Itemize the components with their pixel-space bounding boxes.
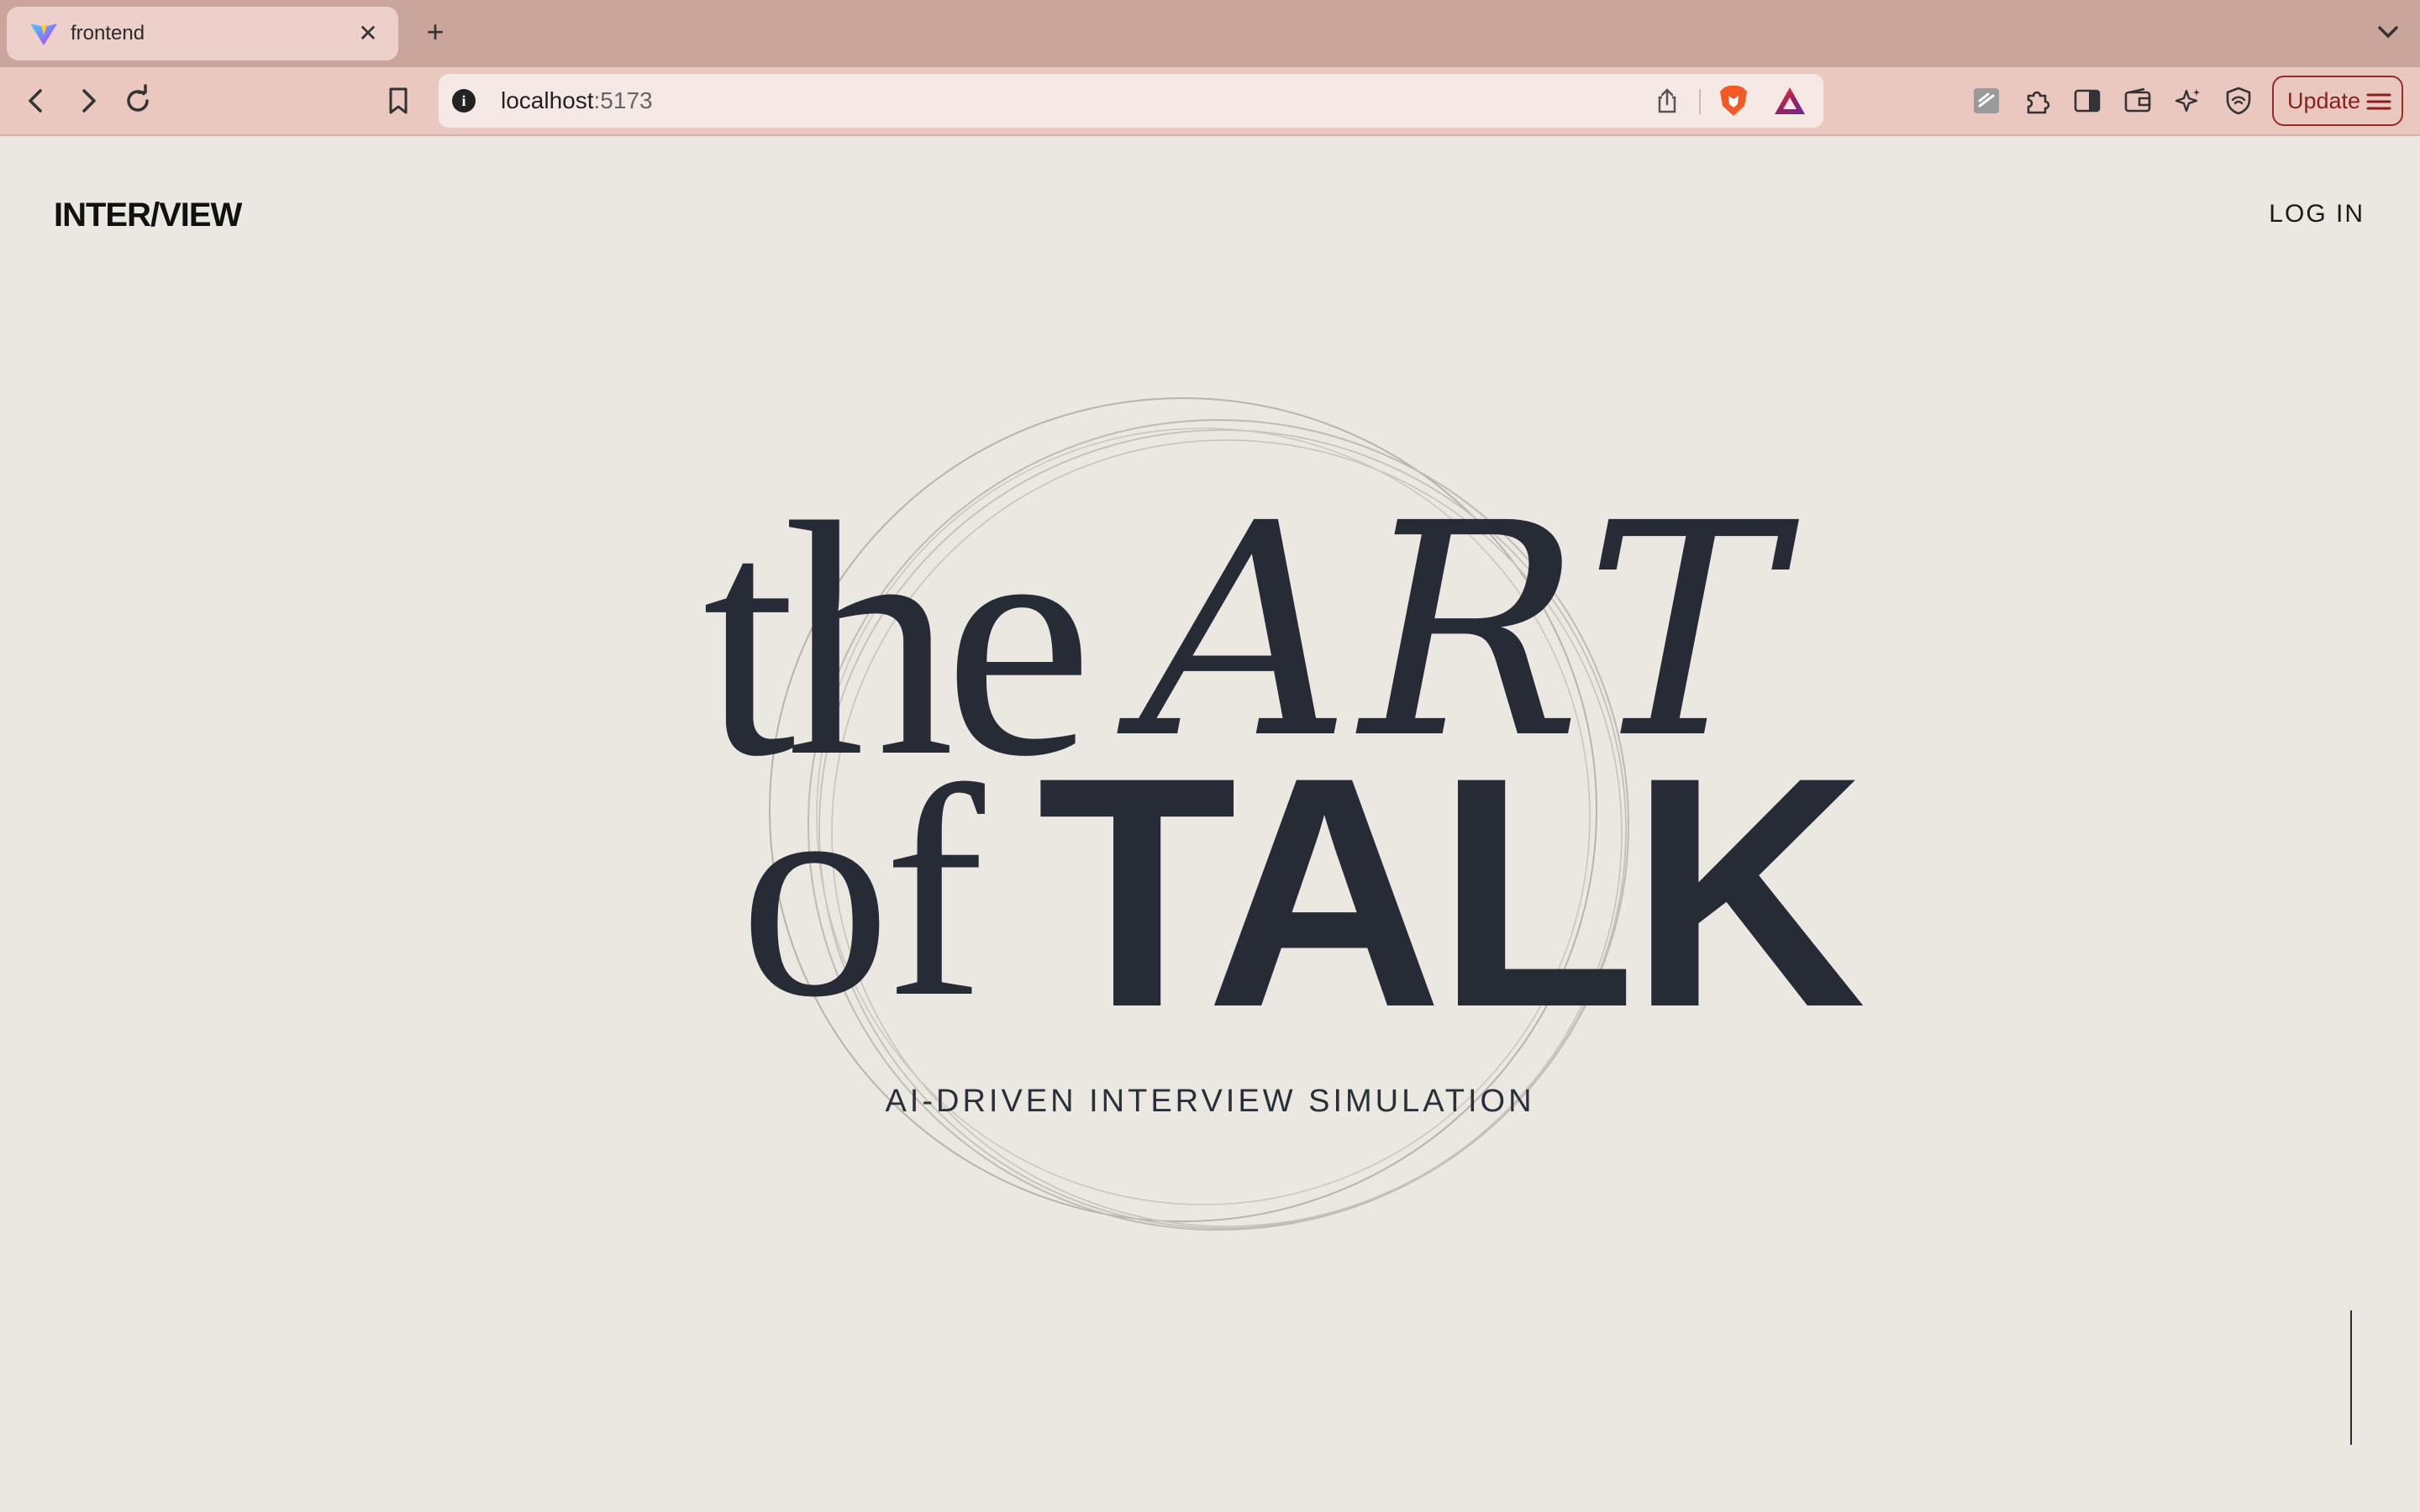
back-icon[interactable]	[20, 84, 54, 118]
extension-icon[interactable]	[1971, 86, 2002, 116]
sidebar-toggle-icon[interactable]	[2072, 86, 2102, 116]
url-host: localhost	[501, 87, 594, 113]
brave-rewards-icon[interactable]	[1773, 86, 1807, 116]
scroll-indicator-line	[2350, 1310, 2352, 1445]
url-port: :5173	[593, 87, 653, 113]
tab-close-icon[interactable]: ✕	[353, 18, 383, 49]
leo-ai-sparkle-icon[interactable]	[2173, 86, 2203, 116]
share-icon[interactable]	[1654, 87, 1681, 114]
browser-tab[interactable]: frontend ✕	[7, 7, 398, 60]
url-text[interactable]: localhost:5173	[501, 87, 653, 114]
tab-title: frontend	[71, 22, 145, 45]
landing-page: INTER/VIEW LOG IN the ART of TALK AI-DRI…	[0, 136, 2420, 1512]
bookmark-icon[interactable]	[381, 84, 415, 118]
reload-icon[interactable]	[121, 84, 155, 118]
brand-logo[interactable]: INTER/VIEW	[54, 197, 242, 234]
wallet-icon[interactable]	[2123, 86, 2153, 116]
tab-list-chevron-icon[interactable]	[2373, 17, 2403, 47]
browser-toolbar: i localhost:5173 Update	[0, 67, 2420, 136]
forward-icon[interactable]	[71, 84, 104, 118]
hero-tagline: AI-DRIVEN INTERVIEW SIMULATION	[885, 1084, 1535, 1119]
update-label: Update	[2287, 88, 2361, 113]
vpn-shield-icon[interactable]	[2223, 86, 2254, 116]
brave-shields-icon[interactable]	[1718, 84, 1749, 118]
address-bar-divider	[1699, 89, 1701, 114]
hero-word-talk: TALK	[1037, 709, 1866, 1075]
extensions-puzzle-icon[interactable]	[2022, 86, 2052, 116]
hamburger-menu-icon	[2366, 93, 2391, 110]
address-bar[interactable]: i localhost:5173	[439, 74, 1823, 128]
site-info-icon[interactable]: i	[452, 89, 476, 113]
browser-tab-bar: frontend ✕ +	[0, 0, 2420, 67]
hero-word-of: of	[739, 724, 985, 1059]
new-tab-button[interactable]: +	[418, 15, 452, 49]
update-button[interactable]: Update	[2272, 76, 2403, 126]
vite-logo-icon	[30, 24, 57, 45]
login-link[interactable]: LOG IN	[2269, 200, 2365, 228]
